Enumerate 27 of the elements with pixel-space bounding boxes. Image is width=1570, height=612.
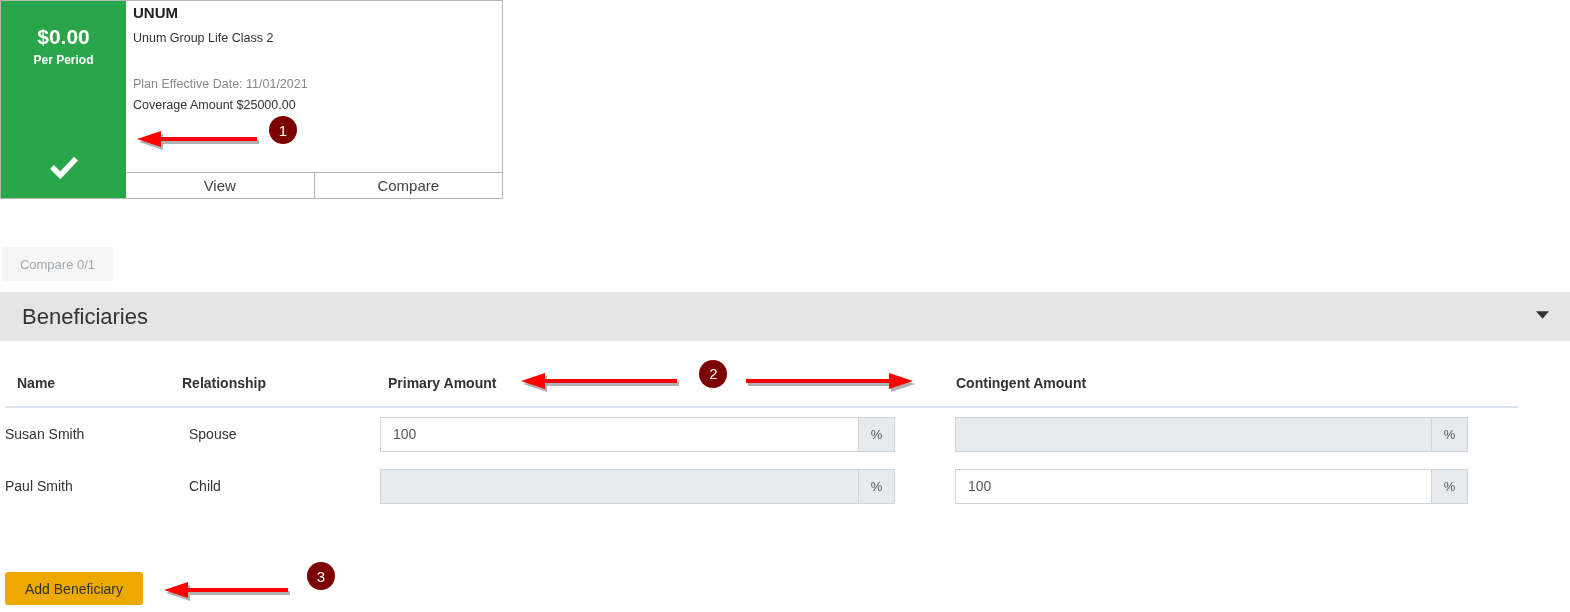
percent-addon: %	[858, 416, 895, 452]
amount-field[interactable]: 100	[955, 468, 1431, 504]
column-header: Primary Amount	[388, 374, 497, 391]
column-header: Contingent Amount	[956, 374, 1087, 391]
percent-addon: %	[1431, 416, 1468, 452]
period-text: Per Period	[33, 53, 94, 67]
plan-name: Unum Group Life Class 2	[133, 30, 274, 46]
percent-addon: %	[858, 468, 895, 504]
beneficiary-name: Susan Smith	[5, 426, 85, 442]
relationship-text: Spouse	[189, 426, 237, 442]
section-title: Beneficiaries	[22, 303, 148, 330]
price-text: $0.00	[37, 25, 90, 49]
amount-field[interactable]: 100	[380, 416, 858, 452]
relationship-text: Child	[189, 478, 221, 494]
beneficiary-name: Paul Smith	[5, 478, 73, 494]
column-header: Relationship	[182, 374, 266, 391]
add-beneficiary-button[interactable]: Add Beneficiary	[5, 572, 143, 605]
percent-addon: %	[1431, 468, 1468, 504]
coverage-amount: Coverage Amount $25000.00	[133, 97, 296, 113]
effective-date: Plan Effective Date: 11/01/2021	[133, 76, 308, 92]
callout-number: 1	[269, 116, 297, 144]
section-header[interactable]: Beneficiaries	[0, 292, 1570, 341]
carrier-name: UNUM	[133, 4, 178, 22]
caret-icon[interactable]	[1536, 310, 1549, 319]
callout-number: 2	[699, 359, 728, 388]
column-header: Name	[17, 374, 56, 391]
callout-number: 3	[307, 562, 335, 590]
